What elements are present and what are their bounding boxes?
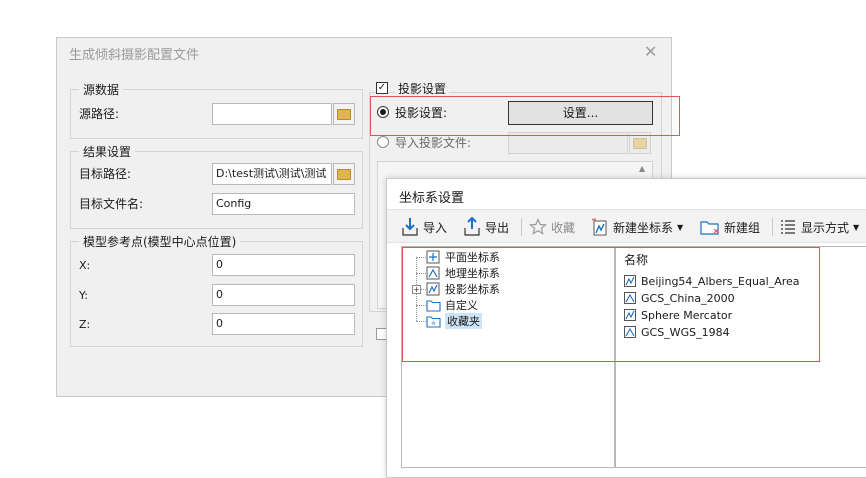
new-group-label: 新建组 xyxy=(724,220,761,235)
close-icon[interactable]: ✕ xyxy=(644,42,657,61)
import-icon xyxy=(402,218,418,236)
crs-list-pane: 名称 Beijing54_Albers_Equal_Area GCS_China… xyxy=(615,246,866,468)
projection-import-label: 导入投影文件: xyxy=(395,136,472,150)
list-item[interactable]: GCS_WGS_1984 xyxy=(624,324,730,341)
tree-item-geo-crs[interactable]: 地理坐标系 xyxy=(426,265,500,281)
source-group-legend: 源数据 xyxy=(79,81,124,98)
import-button[interactable]: 导入 xyxy=(401,216,447,238)
star-icon xyxy=(529,218,547,235)
tree-item-label: 收藏夹 xyxy=(445,313,482,329)
toolbar-separator xyxy=(521,218,522,236)
folder-open-icon xyxy=(337,168,351,180)
list-item[interactable]: GCS_China_2000 xyxy=(624,290,735,307)
crs-tree-pane: + 平面坐标系 地理坐标系 投影坐标系 自定义 收藏夹 xyxy=(401,246,615,468)
new-group-button[interactable]: 新建组 xyxy=(700,216,760,238)
list-item[interactable]: Beijing54_Albers_Equal_Area xyxy=(624,273,800,290)
scroll-up-icon[interactable]: ▲ xyxy=(639,164,645,173)
geo-crs-icon xyxy=(426,266,440,279)
tree-item-proj-crs[interactable]: 投影坐标系 xyxy=(426,281,500,297)
new-group-folder-icon xyxy=(700,221,719,235)
folder-open-icon xyxy=(633,137,647,149)
projection-group-legend: 投影设置 xyxy=(395,80,450,97)
y-label: Y: xyxy=(79,289,88,302)
crs-dialog: 坐标系设置 导入 导出 收藏 新建坐标系 ▼ 新建组 显示方式 ▼ + 平面坐标… xyxy=(386,178,866,478)
tree-item-plane-crs[interactable]: 平面坐标系 xyxy=(426,249,500,265)
list-item-label: Beijing54_Albers_Equal_Area xyxy=(641,275,800,288)
list-item-label: Sphere Mercator xyxy=(641,309,733,322)
tree-line xyxy=(416,305,426,306)
source-path-input[interactable] xyxy=(212,103,332,125)
geo-crs-icon xyxy=(624,326,636,338)
favorite-label: 收藏 xyxy=(551,220,576,235)
dropdown-arrow-icon: ▼ xyxy=(677,222,684,232)
list-item-label: GCS_China_2000 xyxy=(641,292,735,305)
list-view-icon xyxy=(781,220,795,234)
projection-checkbox[interactable]: ✓ xyxy=(376,82,388,94)
folder-open-icon xyxy=(337,108,351,120)
tree-line xyxy=(416,321,426,322)
crs-dialog-title: 坐标系设置 xyxy=(399,191,465,206)
tree-item-label: 地理坐标系 xyxy=(445,267,500,280)
projection-import-radio[interactable] xyxy=(377,136,389,148)
display-mode-button[interactable]: 显示方式 ▼ xyxy=(779,216,859,238)
x-input[interactable]: 0 xyxy=(212,254,355,276)
target-path-label: 目标路径: xyxy=(79,167,132,181)
tree-item-label: 自定义 xyxy=(445,299,478,312)
expand-toggle-icon[interactable]: + xyxy=(412,285,421,294)
toolbar-separator xyxy=(772,218,773,236)
target-path-input[interactable]: D:\test测试\测试\测试 xyxy=(212,163,332,185)
projection-import-browse-button[interactable] xyxy=(629,132,651,154)
favorites-folder-icon xyxy=(426,316,441,328)
new-crs-icon xyxy=(591,218,607,236)
projection-settings-button[interactable]: 设置... xyxy=(508,101,653,125)
tree-item-favorites[interactable]: 收藏夹 xyxy=(426,313,482,329)
proj-crs-icon xyxy=(624,309,636,321)
proj-crs-icon xyxy=(426,282,440,295)
name-column-header[interactable]: 名称 xyxy=(624,251,648,268)
reference-point-legend: 模型参考点(模型中心点位置) xyxy=(79,233,241,250)
list-item-label: GCS_WGS_1984 xyxy=(641,326,730,339)
result-group-legend: 结果设置 xyxy=(79,143,136,160)
y-input[interactable]: 0 xyxy=(212,284,355,306)
tree-item-label: 投影坐标系 xyxy=(445,283,500,296)
export-label: 导出 xyxy=(485,220,510,235)
projection-set-radio[interactable] xyxy=(377,106,389,118)
dropdown-arrow-icon: ▼ xyxy=(853,222,860,232)
target-name-input[interactable]: Config xyxy=(212,193,355,215)
new-crs-label: 新建坐标系 xyxy=(613,220,674,235)
dialog-title: 生成倾斜摄影配置文件 xyxy=(69,48,200,63)
export-button[interactable]: 导出 xyxy=(463,216,509,238)
target-browse-button[interactable] xyxy=(333,163,355,185)
list-item[interactable]: Sphere Mercator xyxy=(624,307,732,324)
export-icon xyxy=(464,217,480,236)
tree-item-label: 平面坐标系 xyxy=(445,251,500,264)
x-label: X: xyxy=(79,259,91,272)
new-crs-button[interactable]: 新建坐标系 ▼ xyxy=(591,216,683,238)
projection-import-input[interactable] xyxy=(508,132,628,154)
source-browse-button[interactable] xyxy=(333,103,355,125)
import-label: 导入 xyxy=(423,220,448,235)
projection-set-label: 投影设置: xyxy=(395,106,448,120)
proj-crs-icon xyxy=(624,275,636,287)
tree-item-custom[interactable]: 自定义 xyxy=(426,297,478,313)
geo-crs-icon xyxy=(624,292,636,304)
folder-icon xyxy=(426,300,441,312)
favorite-button[interactable]: 收藏 xyxy=(529,216,575,238)
display-mode-label: 显示方式 xyxy=(801,220,850,235)
z-input[interactable]: 0 xyxy=(212,313,355,335)
z-label: Z: xyxy=(79,318,91,331)
target-name-label: 目标文件名: xyxy=(79,197,144,211)
tree-line xyxy=(416,257,426,258)
plane-crs-icon xyxy=(426,250,440,263)
tree-line xyxy=(416,273,426,274)
crs-toolbar: 导入 导出 收藏 新建坐标系 ▼ 新建组 显示方式 ▼ xyxy=(387,209,866,243)
source-path-label: 源路径: xyxy=(79,107,120,121)
